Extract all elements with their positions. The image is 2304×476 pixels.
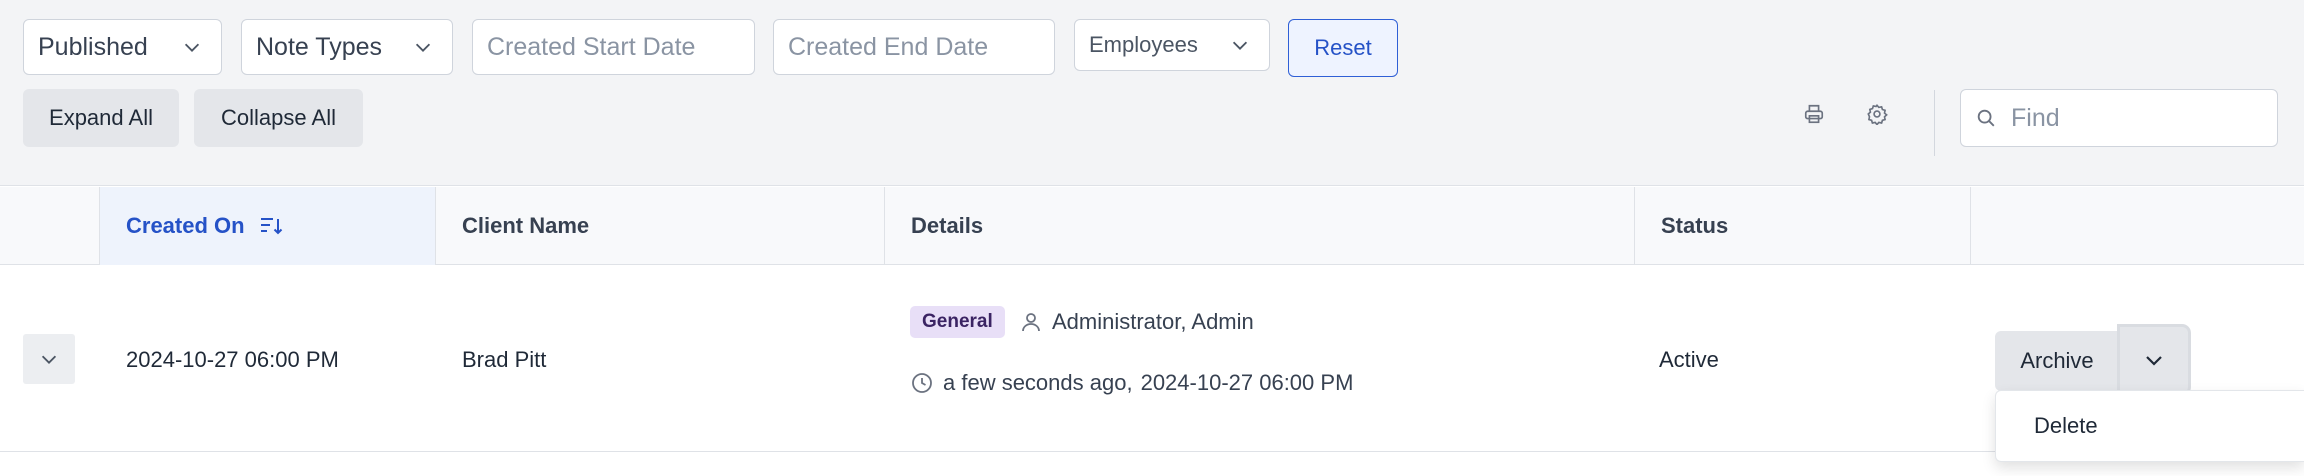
- status-select[interactable]: Published: [23, 19, 222, 75]
- author-name: Administrator, Admin: [1052, 309, 1254, 334]
- search-icon: [1975, 107, 1997, 129]
- archive-button[interactable]: Archive: [1995, 331, 2119, 391]
- filter-toolbar: Published Note Types Created Start Date …: [0, 0, 2304, 186]
- note-types-select-value: Note Types: [256, 32, 383, 61]
- gear-icon[interactable]: [1863, 100, 1891, 128]
- timestamp-text: 2024-10-27 06:00 PM: [1140, 370, 1354, 395]
- employees-select-value: Employees: [1089, 32, 1198, 57]
- clock-icon: [910, 371, 943, 395]
- row-actions-dropdown-toggle[interactable]: [2120, 327, 2188, 393]
- status-select-value: Published: [38, 32, 148, 61]
- chevron-down-icon: [177, 32, 207, 62]
- created-start-date-placeholder: Created Start Date: [487, 32, 696, 61]
- table-row: 2024-10-27 06:00 PM Brad Pitt General Ad…: [0, 266, 2304, 452]
- author-meta: Administrator, Admin: [1019, 309, 1254, 335]
- collapse-all-button[interactable]: Collapse All: [194, 89, 363, 147]
- chevron-down-icon: [2142, 348, 2166, 372]
- column-header-label: Created On: [126, 213, 245, 238]
- created-end-date-placeholder: Created End Date: [788, 32, 989, 61]
- row-actions-menu: Delete: [1995, 390, 2304, 462]
- user-icon: [1019, 310, 1052, 334]
- created-start-date-input[interactable]: Created Start Date: [472, 19, 755, 75]
- find-input[interactable]: Find: [1960, 89, 2278, 147]
- column-header-details[interactable]: Details: [885, 187, 1635, 265]
- created-end-date-input[interactable]: Created End Date: [773, 19, 1055, 75]
- expand-column-header: [0, 187, 100, 265]
- chevron-down-icon: [408, 32, 438, 62]
- printer-icon[interactable]: [1800, 100, 1828, 128]
- timestamp-meta: a few seconds ago, 2024-10-27 06:00 PM: [910, 370, 1353, 396]
- column-header-label: Status: [1661, 213, 1729, 238]
- table-header: Created On Client Name Details Status: [0, 187, 2304, 265]
- employees-select[interactable]: Employees: [1074, 19, 1270, 71]
- created-on-cell: 2024-10-27 06:00 PM: [126, 347, 339, 372]
- chevron-down-icon: [38, 348, 60, 370]
- menu-item-delete[interactable]: Delete: [2034, 413, 2098, 439]
- chevron-down-icon: [1225, 30, 1255, 60]
- reset-button[interactable]: Reset: [1288, 19, 1398, 77]
- toolbar-divider: [1934, 90, 1935, 156]
- status-cell: Active: [1659, 347, 1719, 372]
- note-type-badge: General: [910, 306, 1005, 338]
- row-expand-button[interactable]: [23, 334, 75, 384]
- column-header-label: Client Name: [462, 213, 590, 238]
- client-name-cell: Brad Pitt: [462, 347, 547, 372]
- column-header-status[interactable]: Status: [1635, 187, 1971, 265]
- column-header-actions: [1971, 187, 2304, 265]
- note-types-select[interactable]: Note Types: [241, 19, 453, 75]
- expand-all-button[interactable]: Expand All: [23, 89, 179, 147]
- time-ago-text: a few seconds ago,: [943, 370, 1133, 395]
- column-header-created-on[interactable]: Created On: [100, 187, 436, 265]
- column-header-client-name[interactable]: Client Name: [436, 187, 885, 265]
- sort-descending-icon[interactable]: [259, 215, 283, 237]
- column-header-label: Details: [911, 213, 984, 238]
- find-placeholder: Find: [2011, 103, 2060, 132]
